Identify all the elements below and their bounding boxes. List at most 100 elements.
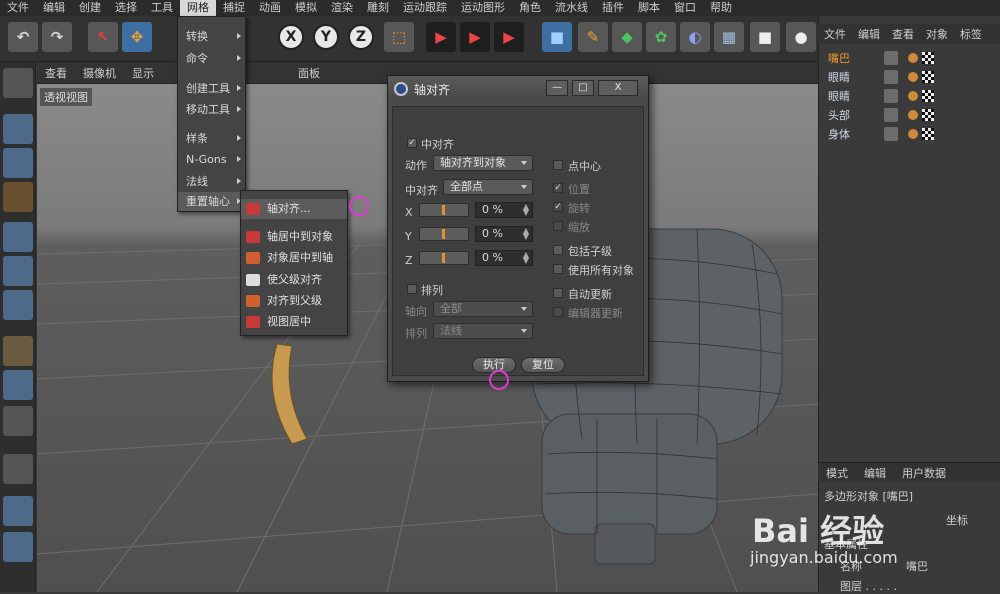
menu-mograph[interactable]: 运动图形 xyxy=(454,0,512,16)
tab-coords[interactable]: 坐标 xyxy=(946,512,968,528)
menu-simulate[interactable]: 模拟 xyxy=(288,0,324,16)
menu-create[interactable]: 创建 xyxy=(72,0,108,16)
slider-handle[interactable] xyxy=(442,205,445,215)
cloner-icon[interactable]: ✿ xyxy=(646,22,676,52)
submenu-item-view-center[interactable]: 视图居中 xyxy=(241,312,347,332)
checker-tag-icon[interactable] xyxy=(922,70,934,83)
point-center-checkbox[interactable] xyxy=(553,160,563,170)
camera-icon[interactable]: ■ xyxy=(750,22,780,52)
light-icon[interactable]: ● xyxy=(786,22,816,52)
menu-tools[interactable]: 工具 xyxy=(144,0,180,16)
menu-render[interactable]: 渲染 xyxy=(324,0,360,16)
x-input[interactable]: 0 % ▲ ▼ xyxy=(475,202,533,218)
y-slider[interactable] xyxy=(419,227,469,241)
menu-mesh[interactable]: 网格 xyxy=(180,0,216,16)
material-tag-icon[interactable] xyxy=(908,52,918,63)
layer-icon[interactable] xyxy=(884,126,898,141)
menu-file[interactable]: 文件 xyxy=(0,0,36,16)
viewport-menu-panel[interactable]: 面板 xyxy=(290,65,328,81)
render-picture-viewer-icon[interactable]: ▶ xyxy=(460,22,490,52)
axis-y-button[interactable]: Y xyxy=(313,24,339,50)
deformer-icon[interactable]: ◐ xyxy=(680,22,710,52)
om-menu-tags[interactable]: 标签 xyxy=(954,26,988,42)
subdivision-icon[interactable]: ◆ xyxy=(612,22,642,52)
minimize-button[interactable]: — xyxy=(546,80,568,96)
menu-motion-tracking[interactable]: 运动跟踪 xyxy=(396,0,454,16)
spinner-icon[interactable]: ▲ ▼ xyxy=(523,227,529,241)
checker-tag-icon[interactable] xyxy=(922,51,934,64)
viewport-menu-display[interactable]: 显示 xyxy=(124,65,162,81)
layer-icon[interactable] xyxy=(884,88,898,103)
viewport-solo-icon[interactable] xyxy=(3,68,33,98)
workplane-icon[interactable] xyxy=(3,532,33,562)
checker-tag-icon[interactable] xyxy=(922,108,934,121)
om-menu-view[interactable]: 查看 xyxy=(886,26,920,42)
layer-icon[interactable] xyxy=(884,69,898,84)
object-row[interactable]: 头部 xyxy=(822,105,1000,124)
om-menu-file[interactable]: 文件 xyxy=(818,26,852,42)
layer-icon[interactable] xyxy=(884,107,898,122)
menu-window[interactable]: 窗口 xyxy=(667,0,703,16)
z-slider[interactable] xyxy=(419,251,469,265)
z-input[interactable]: 0 % ▲ ▼ xyxy=(475,250,533,266)
object-row[interactable]: 眼睛 xyxy=(822,86,1000,105)
undo-icon[interactable]: ↶ xyxy=(8,22,38,52)
am-menu-edit[interactable]: 编辑 xyxy=(856,465,894,481)
snap-icon[interactable] xyxy=(3,406,33,436)
menu-plugins[interactable]: 插件 xyxy=(595,0,631,16)
magnet-icon[interactable] xyxy=(3,454,33,484)
coordinate-system-icon[interactable]: ⬚ xyxy=(384,22,414,52)
axis-dropdown[interactable]: 全部 xyxy=(433,301,533,317)
center-align-checkbox[interactable]: ✓ xyxy=(407,138,417,148)
mesh-menu-item-ngons[interactable]: N-Gons xyxy=(178,150,247,169)
object-row[interactable]: 身体 xyxy=(822,124,1000,143)
action-dropdown[interactable]: 轴对齐到对象 xyxy=(433,155,533,171)
material-tag-icon[interactable] xyxy=(908,90,918,101)
reset-button[interactable]: 复位 xyxy=(521,357,565,373)
maximize-button[interactable]: □ xyxy=(572,80,594,96)
am-menu-userdata[interactable]: 用户数据 xyxy=(894,465,954,481)
submenu-item-axis-center-to-object[interactable]: 轴居中到对象 xyxy=(241,227,347,247)
om-menu-objects[interactable]: 对象 xyxy=(920,26,954,42)
close-button[interactable]: X xyxy=(598,80,638,96)
material-tag-icon[interactable] xyxy=(908,71,918,82)
position-checkbox[interactable]: ✓ xyxy=(553,183,563,193)
mesh-menu-item-create-tools[interactable]: 创建工具 xyxy=(178,79,247,98)
mesh-menu-item-spline[interactable]: 样条 xyxy=(178,129,247,148)
menu-select[interactable]: 选择 xyxy=(108,0,144,16)
workplane-mode-icon[interactable] xyxy=(3,182,33,212)
spinner-icon[interactable]: ▲ ▼ xyxy=(523,251,529,265)
arrange-checkbox[interactable] xyxy=(407,284,417,294)
slider-handle[interactable] xyxy=(442,253,445,263)
floor-icon[interactable]: ▦ xyxy=(714,22,744,52)
use-all-objects-checkbox[interactable] xyxy=(553,264,563,274)
live-select-icon[interactable]: ↖ xyxy=(88,22,118,52)
material-tag-icon[interactable] xyxy=(908,128,918,139)
render-view-icon[interactable]: ▶ xyxy=(426,22,456,52)
render-settings-icon[interactable]: ▶ xyxy=(494,22,524,52)
mesh-menu-item-convert[interactable]: 转换 xyxy=(178,27,247,46)
mesh-menu-item-commands[interactable]: 命令 xyxy=(178,49,247,68)
material-tag-icon[interactable] xyxy=(908,109,918,120)
checker-tag-icon[interactable] xyxy=(922,127,934,140)
mesh-menu-item-reset-axis[interactable]: 重置轴心 xyxy=(178,192,247,211)
include-children-checkbox[interactable] xyxy=(553,245,563,255)
polygons-mode-icon[interactable] xyxy=(3,290,33,320)
menu-edit[interactable]: 编辑 xyxy=(36,0,72,16)
points-mode-icon[interactable] xyxy=(3,222,33,252)
mesh-menu-item-normals[interactable]: 法线 xyxy=(178,172,247,191)
viewport-menu-view[interactable]: 查看 xyxy=(37,65,75,81)
menu-script[interactable]: 脚本 xyxy=(631,0,667,16)
move-tool-icon[interactable]: ✥ xyxy=(122,22,152,52)
object-row[interactable]: 嘴巴 xyxy=(822,48,1000,67)
axis-mode-icon[interactable] xyxy=(3,336,33,366)
menu-animate[interactable]: 动画 xyxy=(252,0,288,16)
x-slider[interactable] xyxy=(419,203,469,217)
mouth-object[interactable] xyxy=(271,343,308,445)
cube-icon[interactable]: ■ xyxy=(542,22,572,52)
pen-icon[interactable]: ✎ xyxy=(578,22,608,52)
lock-workplane-icon[interactable] xyxy=(3,496,33,526)
menu-character[interactable]: 角色 xyxy=(512,0,548,16)
auto-update-checkbox[interactable] xyxy=(553,288,563,298)
scale-checkbox[interactable] xyxy=(553,221,563,231)
